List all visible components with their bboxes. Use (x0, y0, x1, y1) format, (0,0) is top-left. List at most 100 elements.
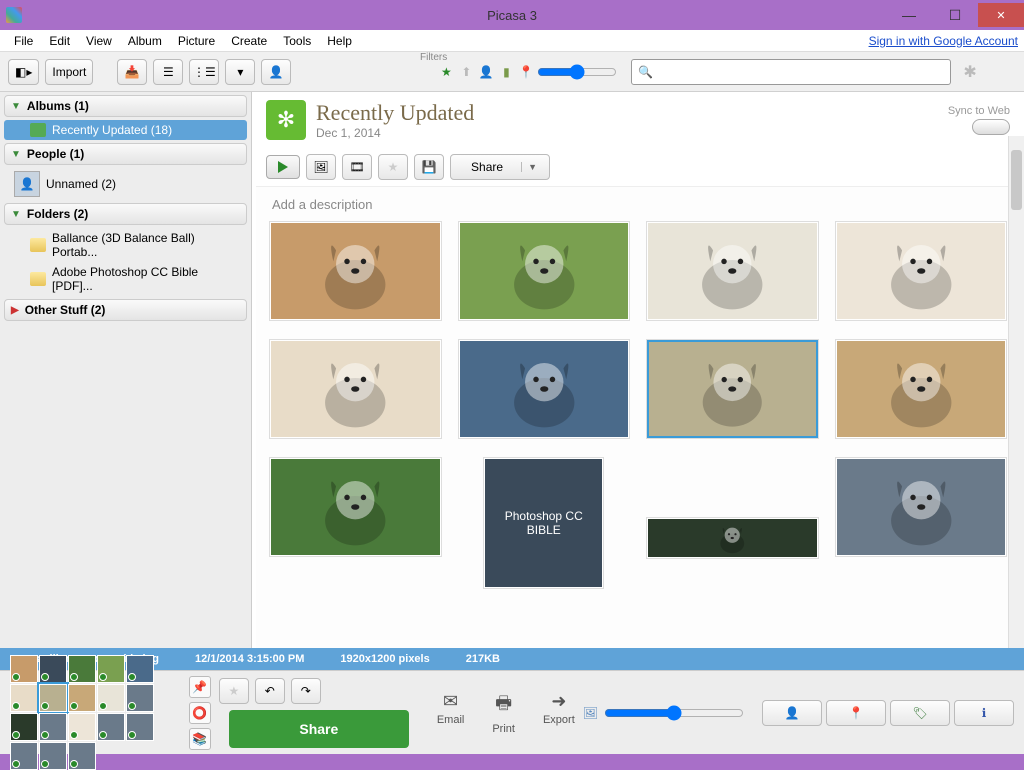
filter-star-icon[interactable]: ★ (437, 63, 455, 81)
album-title: Recently Updated (316, 100, 474, 126)
folder-icon (30, 238, 46, 252)
add-to-button[interactable]: 📚 (189, 728, 211, 750)
tray-thumbnail[interactable] (39, 655, 67, 683)
filter-upload-icon[interactable]: ⬆ (457, 63, 475, 81)
people-button[interactable]: 👤 (261, 59, 291, 85)
tag-people-button[interactable]: 👤 (762, 700, 822, 726)
hold-button[interactable]: 📌 (189, 676, 211, 698)
back-button[interactable]: ◧▸ (8, 59, 39, 85)
menu-help[interactable]: Help (319, 32, 360, 50)
info-button[interactable]: ℹ (954, 700, 1014, 726)
album-description[interactable]: Add a description (270, 193, 1006, 222)
signin-link[interactable]: Sign in with Google Account (869, 34, 1018, 48)
thumbnail[interactable] (836, 340, 1007, 438)
export-button[interactable]: ➜Export (543, 691, 575, 735)
thumbnail[interactable] (836, 222, 1007, 320)
vertical-scrollbar[interactable] (1008, 136, 1024, 648)
close-button[interactable] (978, 3, 1024, 27)
tray-thumbnail[interactable] (39, 684, 67, 712)
collapse-icon: ▼ (11, 149, 21, 160)
thumbnail[interactable] (270, 340, 441, 438)
maximize-button[interactable]: ☐ (932, 3, 978, 27)
filter-slider[interactable] (537, 64, 617, 80)
tray-thumbnail[interactable] (126, 684, 154, 712)
sync-to-web: Sync to Web (948, 105, 1010, 135)
movie-button[interactable]: 🎞 (342, 154, 372, 180)
sidebar-folder-photoshop-bible[interactable]: Adobe Photoshop CC Bible [PDF]... (4, 262, 247, 296)
star-tray-button[interactable]: ★ (219, 678, 249, 704)
scrollbar-thumb[interactable] (1011, 150, 1022, 210)
list-view-button[interactable]: ☰ (153, 59, 183, 85)
thumbnail[interactable] (459, 340, 630, 438)
thumbnail[interactable] (647, 222, 818, 320)
search-box[interactable]: 🔍 (631, 59, 951, 85)
sync-toggle[interactable] (972, 119, 1010, 135)
tray-thumbnail[interactable] (68, 684, 96, 712)
tree-view-button[interactable]: ⋮☰ (189, 59, 219, 85)
menu-create[interactable]: Create (223, 32, 275, 50)
share-dropdown-button[interactable]: Share▼ (450, 154, 550, 180)
filter-geo-icon[interactable]: 📍 (517, 63, 535, 81)
titlebar: Picasa 3 — ☐ (0, 0, 1024, 30)
toolbar: ◧▸ Import 📥 ☰ ⋮☰ ▾ 👤 ★ ⬆ 👤 ▮ 📍 🔍 ✱ (0, 52, 1024, 92)
tray-thumbnail[interactable] (10, 655, 38, 683)
filters-label: Filters (420, 52, 447, 63)
import-button[interactable]: Import (45, 59, 93, 85)
thumbnail[interactable] (270, 222, 441, 320)
clear-button[interactable]: ⭕ (189, 702, 211, 724)
tray-thumbnail[interactable] (10, 684, 38, 712)
tag-label-button[interactable]: 🏷 (890, 700, 950, 726)
thumbnail[interactable] (647, 518, 818, 558)
tray-thumbnail[interactable] (97, 655, 125, 683)
sidebar-section-other[interactable]: ▶Other Stuff (2) (4, 299, 247, 321)
save-button[interactable]: 💾 (414, 154, 444, 180)
collapse-icon: ▼ (11, 101, 21, 112)
thumbnail[interactable] (270, 458, 441, 556)
sidebar-people-unnamed[interactable]: 👤 Unnamed (2) (4, 168, 247, 200)
window-controls: — ☐ (886, 3, 1024, 27)
menu-file[interactable]: File (6, 32, 41, 50)
view-dropdown[interactable]: ▾ (225, 59, 255, 85)
menubar: File Edit View Album Picture Create Tool… (0, 30, 1024, 52)
slideshow-button[interactable] (266, 155, 300, 179)
menu-album[interactable]: Album (120, 32, 170, 50)
thumbnail[interactable] (836, 458, 1007, 556)
thumbnail[interactable]: Photoshop CC BIBLE (484, 458, 603, 588)
sidebar-folder-ballance[interactable]: Ballance (3D Balance Ball) Portab... (4, 228, 247, 262)
expand-icon: ▶ (11, 305, 19, 316)
content-area: ✻ Recently Updated Dec 1, 2014 Sync to W… (252, 92, 1024, 648)
menu-tools[interactable]: Tools (275, 32, 319, 50)
thumbnail[interactable] (459, 222, 630, 320)
tag-geo-button[interactable]: 📍 (826, 700, 886, 726)
big-share-button[interactable]: Share (229, 710, 409, 748)
tray-thumbnail[interactable] (126, 655, 154, 683)
thumbnail[interactable] (647, 340, 818, 438)
photo-icon: 🖼 (583, 706, 598, 720)
sidebar-album-recently-updated[interactable]: Recently Updated (18) (4, 120, 247, 140)
tray-thumbnail[interactable] (68, 655, 96, 683)
zoom-slider[interactable] (604, 705, 744, 721)
collage-button[interactable]: 🖼 (306, 154, 336, 180)
rotate-left-button[interactable]: ↶ (255, 678, 285, 704)
sidebar-section-albums[interactable]: ▼Albums (1) (4, 95, 247, 117)
folder-icon (30, 272, 46, 286)
rotate-right-button[interactable]: ↷ (291, 678, 321, 704)
print-button[interactable]: 🖶Print (492, 691, 515, 735)
filter-face-icon[interactable]: 👤 (477, 63, 495, 81)
menu-view[interactable]: View (78, 32, 120, 50)
filter-movie-icon[interactable]: ▮ (497, 63, 515, 81)
menu-edit[interactable]: Edit (41, 32, 78, 50)
tray-thumbnail[interactable] (39, 742, 67, 770)
search-input[interactable] (653, 65, 944, 79)
menu-picture[interactable]: Picture (170, 32, 223, 50)
sidebar-section-people[interactable]: ▼People (1) (4, 143, 247, 165)
star-button[interactable]: ★ (378, 154, 408, 180)
add-folder-button[interactable]: 📥 (117, 59, 147, 85)
tray-thumbnail[interactable] (97, 684, 125, 712)
email-button[interactable]: ✉Email (437, 691, 465, 735)
tray-thumbnail[interactable] (68, 742, 96, 770)
tray-thumbnail[interactable] (10, 742, 38, 770)
minimize-button[interactable]: — (886, 3, 932, 27)
status-dimensions: 1920x1200 pixels (340, 653, 429, 665)
sidebar-section-folders[interactable]: ▼Folders (2) (4, 203, 247, 225)
